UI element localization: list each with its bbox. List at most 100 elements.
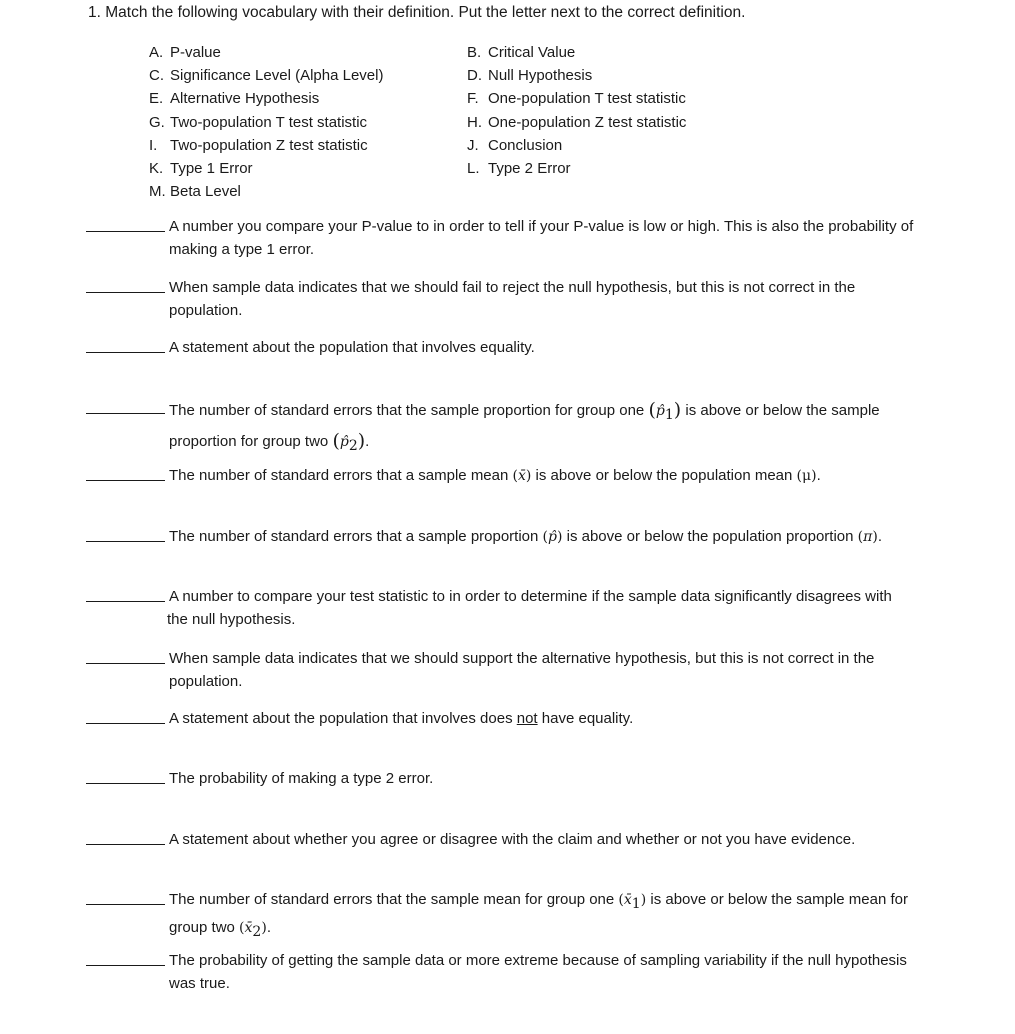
answer-blank[interactable] [86, 352, 165, 353]
term-label: Alternative Hypothesis [170, 90, 320, 108]
answer-blank[interactable] [86, 844, 165, 845]
vocabulary-row: M. Beta Level [149, 180, 789, 203]
term-label: Null Hypothesis [488, 67, 593, 85]
definition-item: The number of standard errors that a sam… [86, 464, 916, 488]
definition-text: A statement about the population that in… [169, 707, 916, 730]
math-symbol: p̂ [548, 529, 557, 545]
answer-blank[interactable] [86, 723, 165, 724]
vocabulary-list: A. P-value B. Critical Value C. Significanc… [149, 41, 789, 203]
vocabulary-row: C. Significance Level (Alpha Level) D. Nul… [149, 64, 789, 87]
definition-text-part: The number of standard errors that the s… [169, 402, 645, 419]
answer-blank[interactable] [86, 541, 165, 542]
term-label: Conclusion [488, 136, 563, 154]
math-symbol: p̂ [339, 434, 349, 450]
definition-text-part: is above or below the population mean [535, 467, 793, 484]
definition-text: When sample data indicates that we shoul… [169, 650, 875, 690]
term-letter: C. [149, 67, 164, 85]
math-subscript: 2 [348, 438, 358, 454]
term-letter: K. [149, 159, 164, 177]
definition-text: The number of standard errors that a sam… [169, 525, 916, 549]
term-label: Critical Value [488, 44, 576, 61]
term-letter: F. [467, 90, 479, 108]
answer-blank[interactable] [86, 601, 165, 602]
definition-item: A number to compare your test statistic … [86, 585, 916, 631]
math-symbol: π [863, 529, 873, 545]
definition-item: A statement about the population that in… [86, 336, 916, 359]
vocabulary-term: M. Beta Level [149, 180, 467, 203]
definition-text-part: . [365, 433, 370, 450]
math-subscript: 1 [664, 407, 674, 423]
term-label: Type 1 Error [170, 159, 253, 177]
definition-item: A statement about whether you agree or d… [86, 828, 916, 851]
vocabulary-term: L. Type 2 Error [467, 157, 767, 180]
definition-text-part: The number of standard errors that a sam… [169, 467, 509, 484]
definition-text: The number of standard errors that the s… [169, 888, 916, 944]
vocabulary-term: A. P-value [149, 41, 467, 64]
vocabulary-term: G. Two-population T test statistic [149, 111, 467, 134]
definition-item: When sample data indicates that we shoul… [86, 276, 916, 322]
math-paren: ) [673, 399, 682, 421]
definition-text: A statement about the population that in… [169, 339, 535, 356]
term-letter: B. [467, 44, 482, 61]
math-subscript: 2 [252, 924, 262, 940]
vocabulary-term: C. Significance Level (Alpha Level) [149, 64, 467, 87]
definition-item: The number of standard errors that the s… [86, 397, 916, 459]
answer-blank[interactable] [86, 783, 165, 784]
answer-blank[interactable] [86, 904, 165, 905]
vocabulary-term: K. Type 1 Error [149, 157, 467, 180]
vocabulary-row: K. Type 1 Error L. Type 2 Error [149, 157, 789, 180]
definition-item: The number of standard errors that the s… [86, 888, 916, 944]
math-paren: ( [648, 399, 656, 421]
worksheet-page: 1. Match the following vocabulary with t… [0, 0, 1015, 1034]
vocabulary-term: E. Alternative Hypothesis [149, 87, 467, 110]
term-label: Two-population T test statistic [170, 113, 368, 131]
definition-text: When sample data indicates that we shoul… [169, 279, 856, 319]
math-paren: ) [525, 468, 532, 484]
vocabulary-term: J. Conclusion [467, 134, 767, 157]
vocabulary-row: I. Two-population Z test statistic J. Conc… [149, 134, 789, 157]
definition-text: A statement about whether you agree or d… [169, 831, 856, 848]
definition-text: The number of standard errors that the s… [169, 397, 916, 459]
term-letter: J. [467, 136, 479, 154]
answer-blank[interactable] [86, 965, 165, 966]
math-paren: ) [640, 892, 647, 908]
definition-text: The number of standard errors that a sam… [169, 464, 916, 488]
vocabulary-term: D. Null Hypothesis [467, 64, 767, 87]
definition-text-part: have equality. [541, 710, 634, 727]
definition-text: The probability of making a type 2 error… [169, 770, 434, 787]
definition-text-part: The number of standard errors that the s… [169, 891, 615, 908]
answer-blank[interactable] [86, 292, 165, 293]
math-paren: ( [332, 430, 340, 452]
term-letter: E. [149, 90, 164, 108]
term-label: Type 2 Error [488, 159, 571, 177]
term-letter: H. [467, 113, 482, 131]
term-letter: A. [149, 44, 164, 61]
question-instruction: 1. Match the following vocabulary with t… [88, 4, 746, 21]
term-letter: M. [149, 183, 166, 201]
definition-item: When sample data indicates that we shoul… [86, 647, 916, 693]
term-label: Beta Level [170, 183, 241, 201]
vocabulary-term: H. One-population Z test statistic [467, 111, 767, 134]
answer-blank[interactable] [86, 413, 165, 414]
definition-item: The number of standard errors that a sam… [86, 525, 916, 549]
answer-blank[interactable] [86, 663, 165, 664]
definition-text-part: . [266, 919, 271, 936]
vocabulary-row: A. P-value B. Critical Value [149, 41, 789, 64]
term-label: P-value [170, 44, 221, 61]
vocabulary-term: B. Critical Value [467, 41, 767, 64]
definition-text-part: The number of standard errors that a sam… [169, 528, 539, 545]
answer-blank[interactable] [86, 480, 165, 481]
math-symbol: x̄ [517, 468, 526, 484]
vocabulary-term: I. Two-population Z test statistic [149, 134, 467, 157]
definition-text-part: A statement about the population that in… [169, 710, 513, 727]
vocabulary-term: F. One-population T test statistic [467, 87, 767, 110]
definition-text-part: is above or below the population proport… [566, 528, 854, 545]
definition-item: The probability of getting the sample da… [86, 949, 916, 995]
math-symbol: p̂ [655, 403, 665, 419]
vocabulary-row: G. Two-population T test statistic H. One-… [149, 111, 789, 134]
term-letter: D. [467, 67, 482, 85]
answer-blank[interactable] [86, 231, 165, 232]
term-label: Significance Level (Alpha Level) [170, 67, 384, 85]
emphasis-underlined: not [516, 710, 538, 727]
math-symbol: μ [802, 468, 812, 484]
